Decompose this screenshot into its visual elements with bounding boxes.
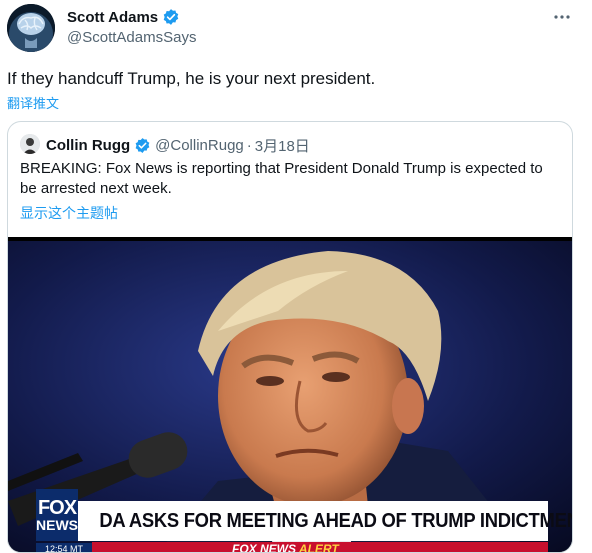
fox-news-logo: FOX NEWS: [36, 489, 78, 541]
verified-badge-icon: [135, 138, 150, 153]
fox-logo-line1: FOX: [37, 497, 77, 519]
broadcast-clock: 12:54 MT: [36, 543, 92, 552]
show-thread-link[interactable]: 显示这个主题帖: [20, 203, 118, 223]
more-options-icon[interactable]: [552, 9, 572, 25]
quoted-author-handle[interactable]: @CollinRugg: [155, 137, 244, 154]
quoted-tweet-media[interactable]: FOX NEWS DA ASKS FOR MEETING AHEAD OF TR…: [8, 237, 572, 552]
alert-prefix: FOX NEWS: [232, 542, 297, 552]
quoted-tweet[interactable]: Collin Rugg @CollinRugg · 3月18日 BREAKING…: [7, 121, 573, 553]
author-handle[interactable]: @ScottAdamsSays: [67, 29, 196, 46]
separator-dot: ·: [246, 137, 252, 154]
quoted-tweet-date[interactable]: 3月18日: [255, 135, 310, 156]
quoted-author-name[interactable]: Collin Rugg: [46, 137, 130, 154]
news-alert-bar: FOX NEWS ALERT: [92, 542, 548, 552]
author-name[interactable]: Scott Adams: [67, 9, 158, 26]
translate-tweet-link[interactable]: 翻译推文: [7, 93, 59, 112]
author-avatar[interactable]: [7, 4, 55, 52]
chyron-headline: DA ASKS FOR MEETING AHEAD OF TRUMP INDIC…: [99, 509, 572, 532]
person-avatar-icon: [20, 134, 40, 154]
quoted-tweet-text: BREAKING: Fox News is reporting that Pre…: [20, 160, 543, 197]
tweet-card: Scott Adams @ScottAdamsSays If they hand…: [0, 0, 592, 553]
news-chyron: FOX NEWS DA ASKS FOR MEETING AHEAD OF TR…: [36, 489, 572, 541]
verified-badge-icon: [163, 9, 179, 25]
tweet-text: If they handcuff Trump, he is your next …: [7, 69, 376, 88]
brain-avatar-icon: [7, 4, 55, 52]
alert-word: ALERT: [298, 542, 339, 552]
quoted-author-avatar[interactable]: [20, 134, 40, 154]
fox-logo-line2: NEWS: [36, 517, 78, 533]
